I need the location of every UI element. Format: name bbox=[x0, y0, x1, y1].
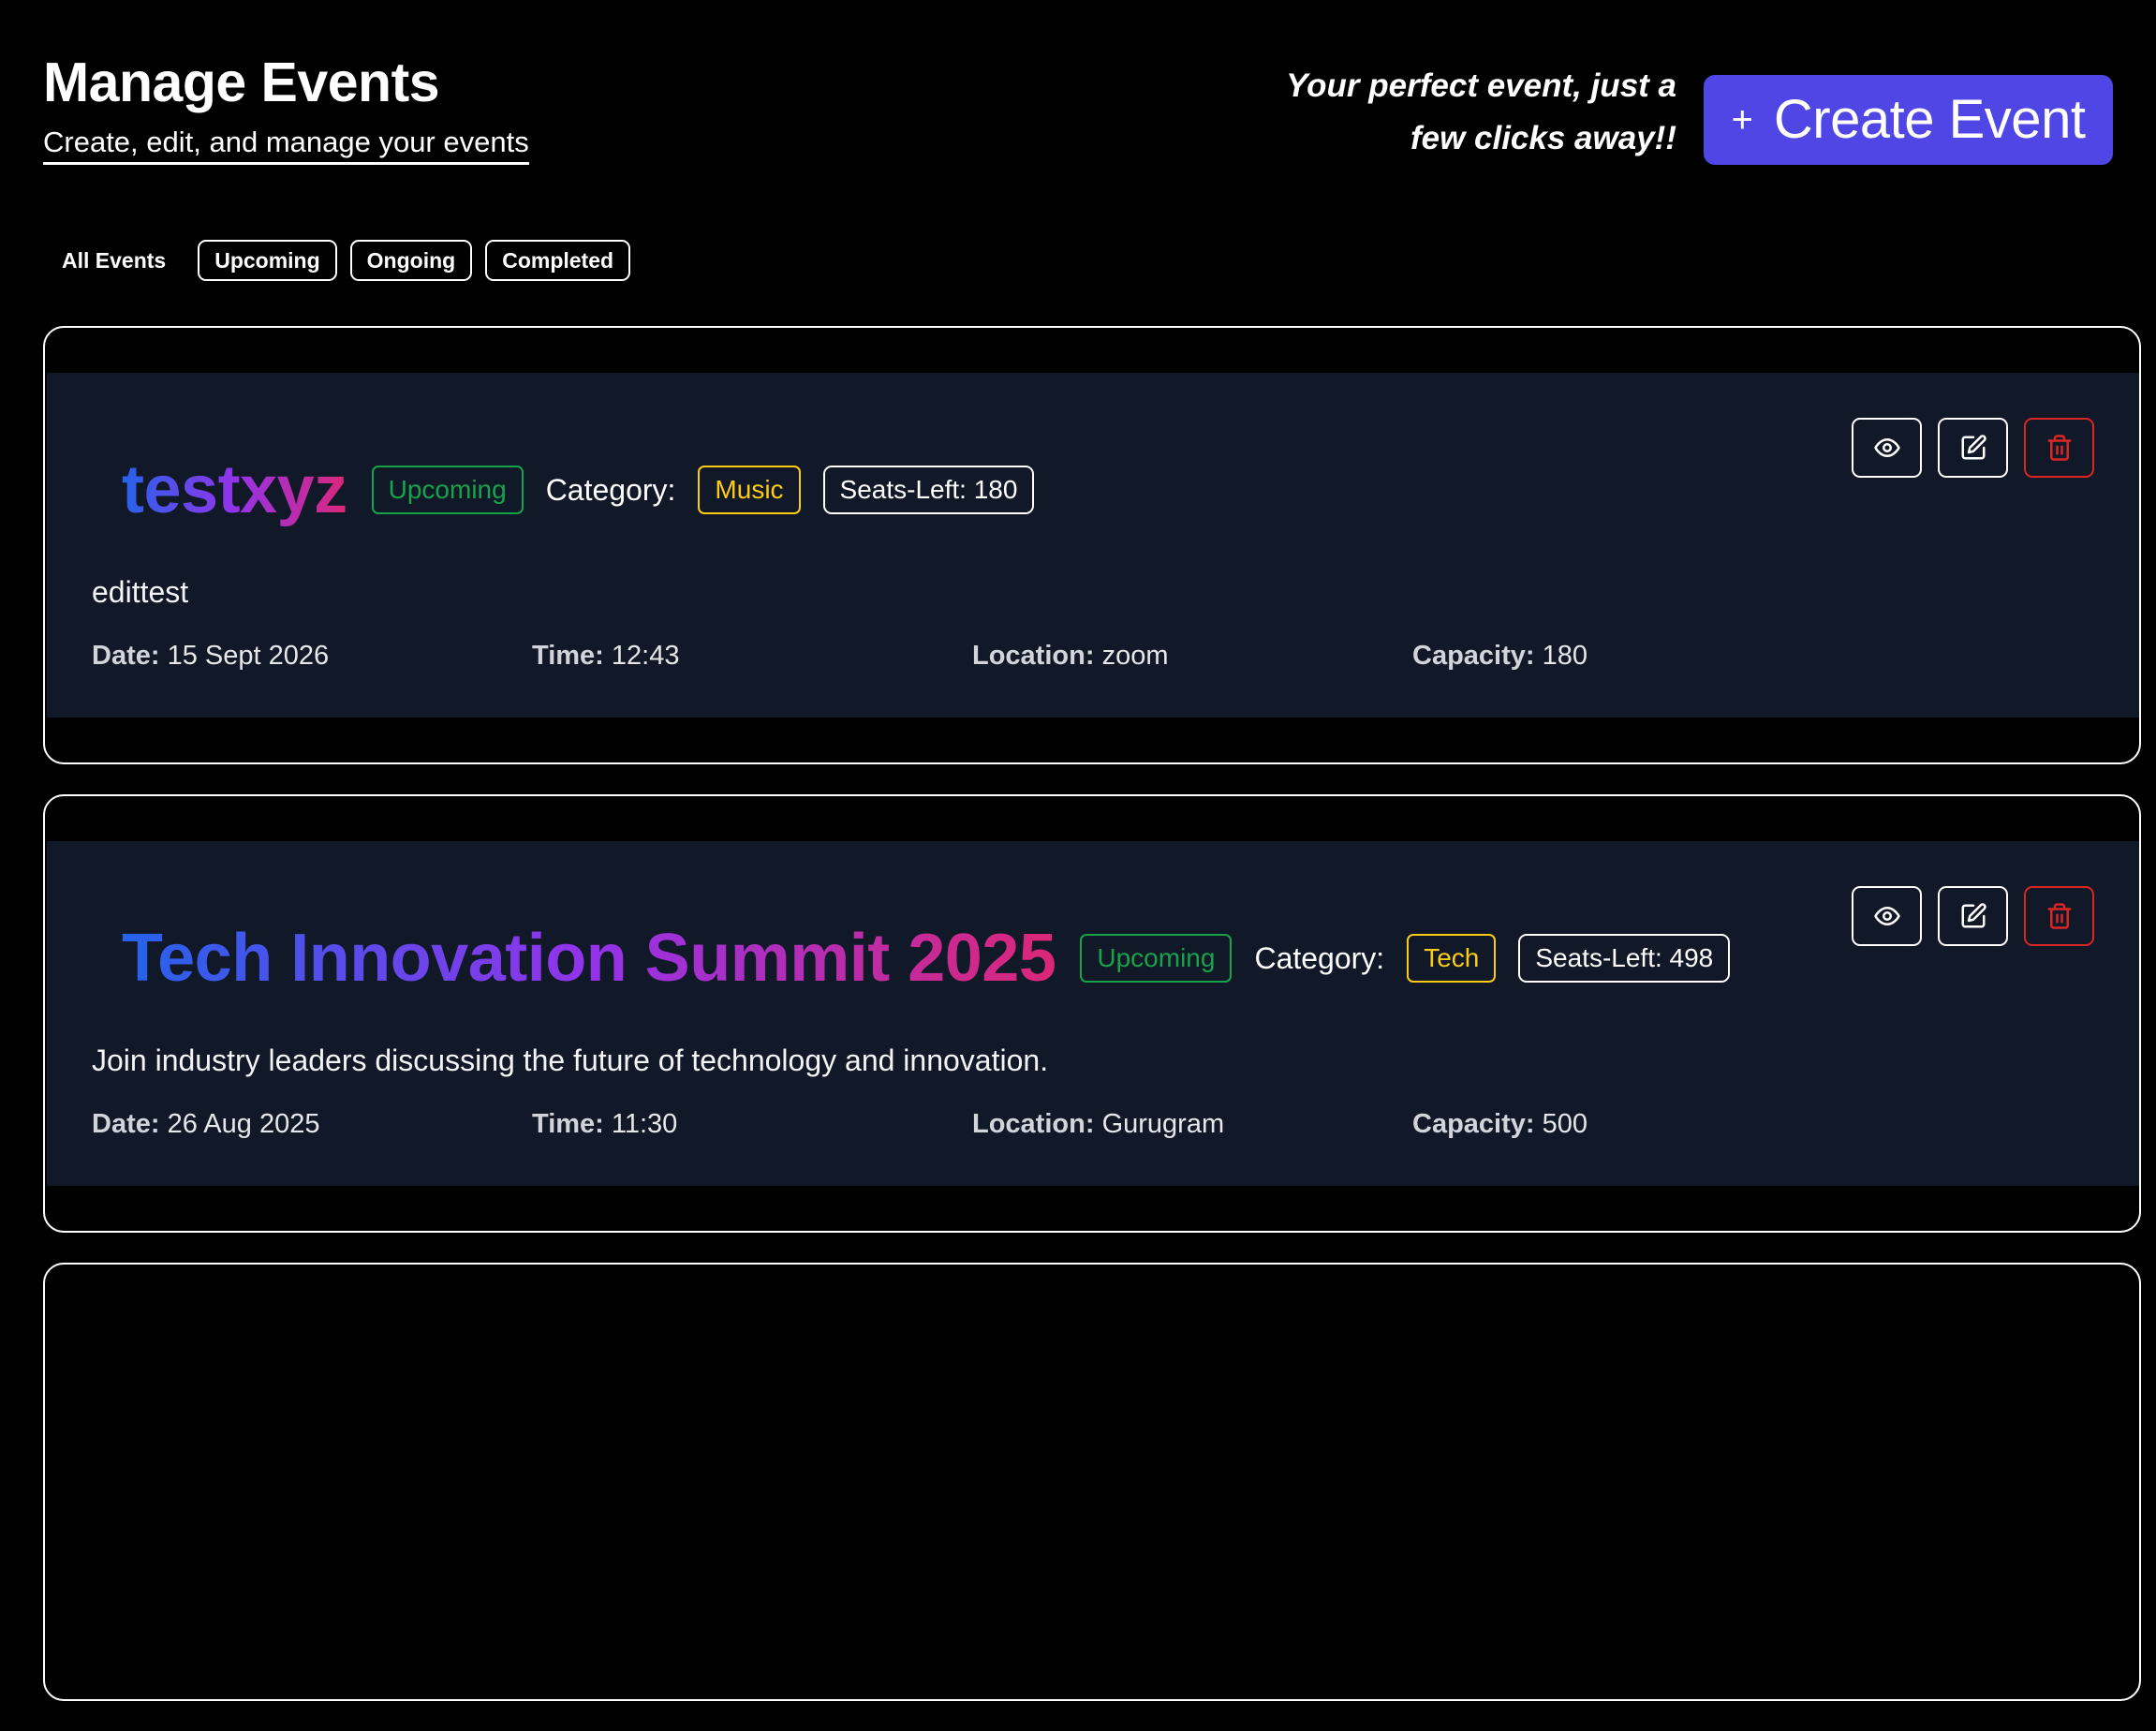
status-badge: Upcoming bbox=[1080, 934, 1233, 983]
event-title-row: Tech Innovation Summit 2025 Upcoming Cat… bbox=[122, 916, 1731, 1000]
event-list: testxyz Upcoming Category: Music Seats-L… bbox=[43, 326, 2141, 1731]
event-filters: All Events Upcoming Ongoing Completed bbox=[43, 240, 631, 281]
delete-event-button[interactable] bbox=[2024, 886, 2094, 946]
filter-completed[interactable]: Completed bbox=[485, 240, 631, 281]
event-time: Time: 11:30 bbox=[532, 1109, 678, 1139]
event-actions bbox=[1852, 418, 2094, 478]
event-title: testxyz bbox=[122, 448, 347, 532]
event-card: Tech Innovation Summit 2025 Upcoming Cat… bbox=[43, 794, 2141, 1233]
view-event-button[interactable] bbox=[1852, 886, 1922, 946]
event-actions bbox=[1852, 886, 2094, 946]
eye-icon bbox=[1873, 438, 1900, 457]
page-header: Manage Events Create, edit, and manage y… bbox=[43, 45, 2113, 167]
event-meta: Date: 26 Aug 2025 Time: 11:30 Location: … bbox=[92, 1105, 2059, 1143]
filter-ongoing[interactable]: Ongoing bbox=[349, 240, 473, 281]
tagline: Your perfect event, just a few clicks aw… bbox=[1286, 67, 1676, 156]
filter-upcoming[interactable]: Upcoming bbox=[198, 240, 337, 281]
event-card-body: testxyz Upcoming Category: Music Seats-L… bbox=[47, 373, 2139, 718]
event-date: Date: 15 Sept 2026 bbox=[92, 641, 330, 671]
category-badge: Tech bbox=[1407, 934, 1497, 983]
create-event-button[interactable]: + Create Event bbox=[1704, 75, 2113, 165]
seats-left-badge: Seats-Left: 180 bbox=[822, 466, 1035, 514]
category-label: Category: bbox=[1254, 940, 1385, 975]
event-card bbox=[43, 1263, 2141, 1701]
event-capacity: Capacity: 500 bbox=[1412, 1109, 1587, 1139]
seats-left-badge: Seats-Left: 498 bbox=[1518, 934, 1731, 983]
trash-icon bbox=[2047, 903, 2071, 929]
event-capacity: Capacity: 180 bbox=[1412, 641, 1587, 671]
event-card: testxyz Upcoming Category: Music Seats-L… bbox=[43, 326, 2141, 764]
category-label: Category: bbox=[545, 472, 676, 507]
view-event-button[interactable] bbox=[1852, 418, 1922, 478]
event-title-row: testxyz Upcoming Category: Music Seats-L… bbox=[122, 448, 1035, 532]
page-subtitle: Create, edit, and manage your events bbox=[43, 124, 529, 165]
create-event-label: Create Event bbox=[1773, 89, 2086, 150]
event-description: edittest bbox=[92, 575, 189, 609]
event-date: Date: 26 Aug 2025 bbox=[92, 1109, 320, 1139]
plus-icon: + bbox=[1731, 99, 1753, 141]
event-time: Time: 12:43 bbox=[532, 641, 680, 671]
edit-event-button[interactable] bbox=[1938, 418, 2008, 478]
event-description: Join industry leaders discussing the fut… bbox=[92, 1043, 1049, 1077]
category-badge: Music bbox=[698, 466, 801, 514]
trash-icon bbox=[2047, 435, 2071, 461]
edit-event-button[interactable] bbox=[1938, 886, 2008, 946]
event-card-body: Tech Innovation Summit 2025 Upcoming Cat… bbox=[47, 841, 2139, 1186]
event-title: Tech Innovation Summit 2025 bbox=[122, 916, 1056, 1000]
status-badge: Upcoming bbox=[371, 466, 524, 514]
event-location: Location: zoom bbox=[972, 641, 1169, 671]
edit-icon bbox=[1961, 903, 1986, 928]
filter-all-events[interactable]: All Events bbox=[43, 240, 185, 281]
event-location: Location: Gurugram bbox=[972, 1109, 1225, 1139]
event-meta: Date: 15 Sept 2026 Time: 12:43 Location:… bbox=[92, 637, 2059, 674]
delete-event-button[interactable] bbox=[2024, 418, 2094, 478]
page-title: Manage Events bbox=[43, 52, 440, 113]
eye-icon bbox=[1873, 907, 1900, 925]
edit-icon bbox=[1961, 435, 1986, 460]
